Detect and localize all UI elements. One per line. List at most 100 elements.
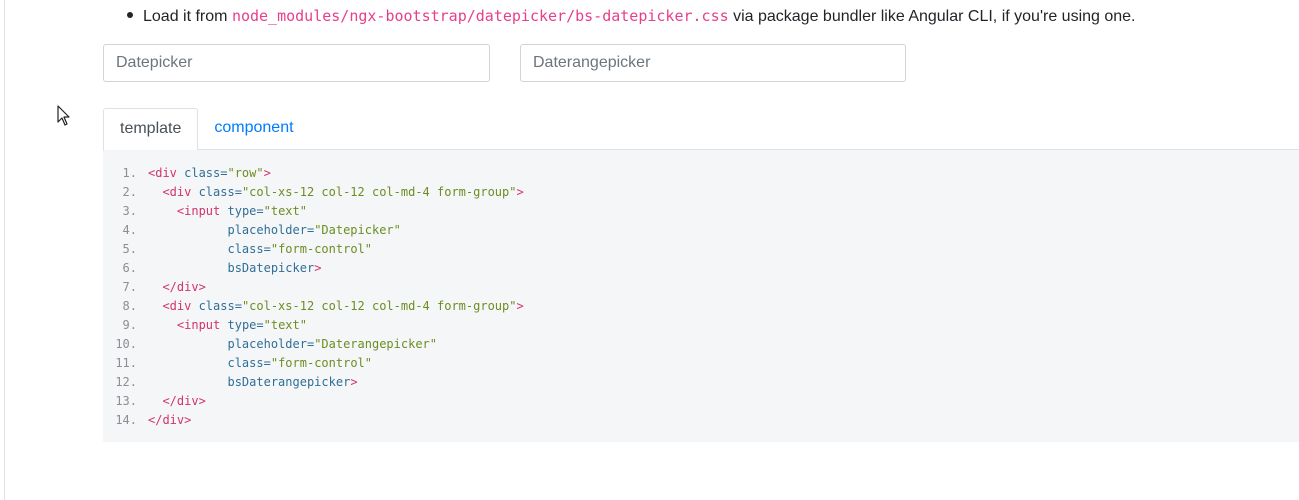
- code-text: </div>: [148, 411, 191, 430]
- code-text: <div class="col-xs-12 col-12 col-md-4 fo…: [148, 183, 524, 202]
- code-line: 7. </div>: [103, 278, 1299, 297]
- code-token: bsDaterangepicker: [227, 375, 351, 389]
- line-number: 5.: [122, 242, 137, 256]
- datepicker-input[interactable]: [103, 44, 490, 82]
- code-line: 3. <input type="text": [103, 202, 1299, 221]
- code-text: class="form-control": [148, 240, 372, 259]
- code-text: <div class="row">: [148, 164, 271, 183]
- code-text: bsDatepicker>: [148, 259, 321, 278]
- code-token: >: [263, 166, 271, 180]
- code-token: </div>: [162, 394, 206, 408]
- code-line: 10. placeholder="Daterangepicker": [103, 335, 1299, 354]
- css-path-code: node_modules/ngx-bootstrap/datepicker/bs…: [231, 7, 729, 25]
- left-divider: [4, 0, 5, 500]
- line-number: 8.: [122, 299, 137, 313]
- page: Load it from node_modules/ngx-bootstrap/…: [0, 0, 1299, 500]
- code-token: placeholder=: [227, 337, 315, 351]
- code-line: 5. class="form-control": [103, 240, 1299, 259]
- line-number: 9.: [122, 318, 137, 332]
- tab-component[interactable]: component: [198, 108, 309, 150]
- mouse-cursor-icon: [57, 105, 70, 126]
- code-token: "col-xs-12 col-12 col-md-4 form-group": [241, 299, 517, 313]
- line-number: 14.: [115, 413, 137, 427]
- line-number: 13.: [115, 394, 137, 408]
- code-line: 11. class="form-control": [103, 354, 1299, 373]
- code-token: class=: [176, 166, 228, 180]
- code-token: >: [516, 299, 524, 313]
- code-token: "Daterangepicker": [314, 337, 438, 351]
- code-token: </div>: [162, 280, 206, 294]
- code-token: bsDatepicker: [227, 261, 315, 275]
- code-token: class=: [191, 299, 242, 313]
- code-line: 6. bsDatepicker>: [103, 259, 1299, 278]
- tab-template[interactable]: template: [103, 108, 199, 151]
- code-token: type=: [220, 204, 264, 218]
- line-number: 11.: [115, 356, 137, 370]
- instruction-prefix: Load it from: [143, 8, 232, 25]
- code-token: "text": [263, 318, 307, 332]
- code-token: "row": [227, 166, 264, 180]
- daterangepicker-input[interactable]: [520, 44, 906, 82]
- code-token: >: [350, 375, 358, 389]
- code-text: placeholder="Datepicker": [148, 221, 401, 240]
- instruction-suffix: via package bundler like Angular CLI, if…: [728, 8, 1136, 25]
- code-token: "Datepicker": [314, 223, 401, 237]
- code-token: "form-control": [270, 242, 372, 256]
- code-text: <input type="text": [148, 202, 307, 221]
- install-instruction: Load it from node_modules/ngx-bootstrap/…: [127, 4, 1136, 29]
- code-text: </div>: [148, 392, 206, 411]
- code-line: 12. bsDaterangepicker>: [103, 373, 1299, 392]
- line-number: 2.: [122, 185, 137, 199]
- code-token: "form-control": [270, 356, 372, 370]
- code-line: 8. <div class="col-xs-12 col-12 col-md-4…: [103, 297, 1299, 316]
- code-tabs: template component: [103, 108, 310, 151]
- code-token: <div: [148, 166, 177, 180]
- code-text: bsDaterangepicker>: [148, 373, 358, 392]
- line-number: 7.: [122, 280, 137, 294]
- code-token: "col-xs-12 col-12 col-md-4 form-group": [241, 185, 517, 199]
- code-line: 4. placeholder="Datepicker": [103, 221, 1299, 240]
- line-number: 6.: [122, 261, 137, 275]
- code-line: 1. <div class="row">: [103, 164, 1299, 183]
- code-text: placeholder="Daterangepicker": [148, 335, 437, 354]
- code-token: class=: [227, 242, 271, 256]
- line-number: 10.: [115, 337, 137, 351]
- code-token: <input: [176, 318, 221, 332]
- line-number: 3.: [122, 204, 137, 218]
- code-line: 14. </div>: [103, 411, 1299, 430]
- code-token: </div>: [148, 413, 192, 427]
- code-line: 2. <div class="col-xs-12 col-12 col-md-4…: [103, 183, 1299, 202]
- code-text: <div class="col-xs-12 col-12 col-md-4 fo…: [148, 297, 524, 316]
- line-number: 12.: [115, 375, 137, 389]
- code-token: <div: [162, 185, 192, 199]
- code-token: >: [314, 261, 322, 275]
- code-token: type=: [220, 318, 264, 332]
- line-number: 4.: [122, 223, 137, 237]
- code-text: <input type="text": [148, 316, 307, 335]
- code-token: >: [516, 185, 524, 199]
- code-text: </div>: [148, 278, 206, 297]
- line-number: 1.: [122, 166, 137, 180]
- bullet-icon: [127, 11, 133, 18]
- code-block: 1. <div class="row"> 2. <div class="col-xs…: [103, 149, 1299, 442]
- code-line: 13. </div>: [103, 392, 1299, 411]
- code-line: 9. <input type="text": [103, 316, 1299, 335]
- code-text: class="form-control": [148, 354, 372, 373]
- code-token: class=: [227, 356, 271, 370]
- code-token: placeholder=: [227, 223, 315, 237]
- code-token: class=: [191, 185, 242, 199]
- code-token: <input: [176, 204, 221, 218]
- code-token: "text": [263, 204, 307, 218]
